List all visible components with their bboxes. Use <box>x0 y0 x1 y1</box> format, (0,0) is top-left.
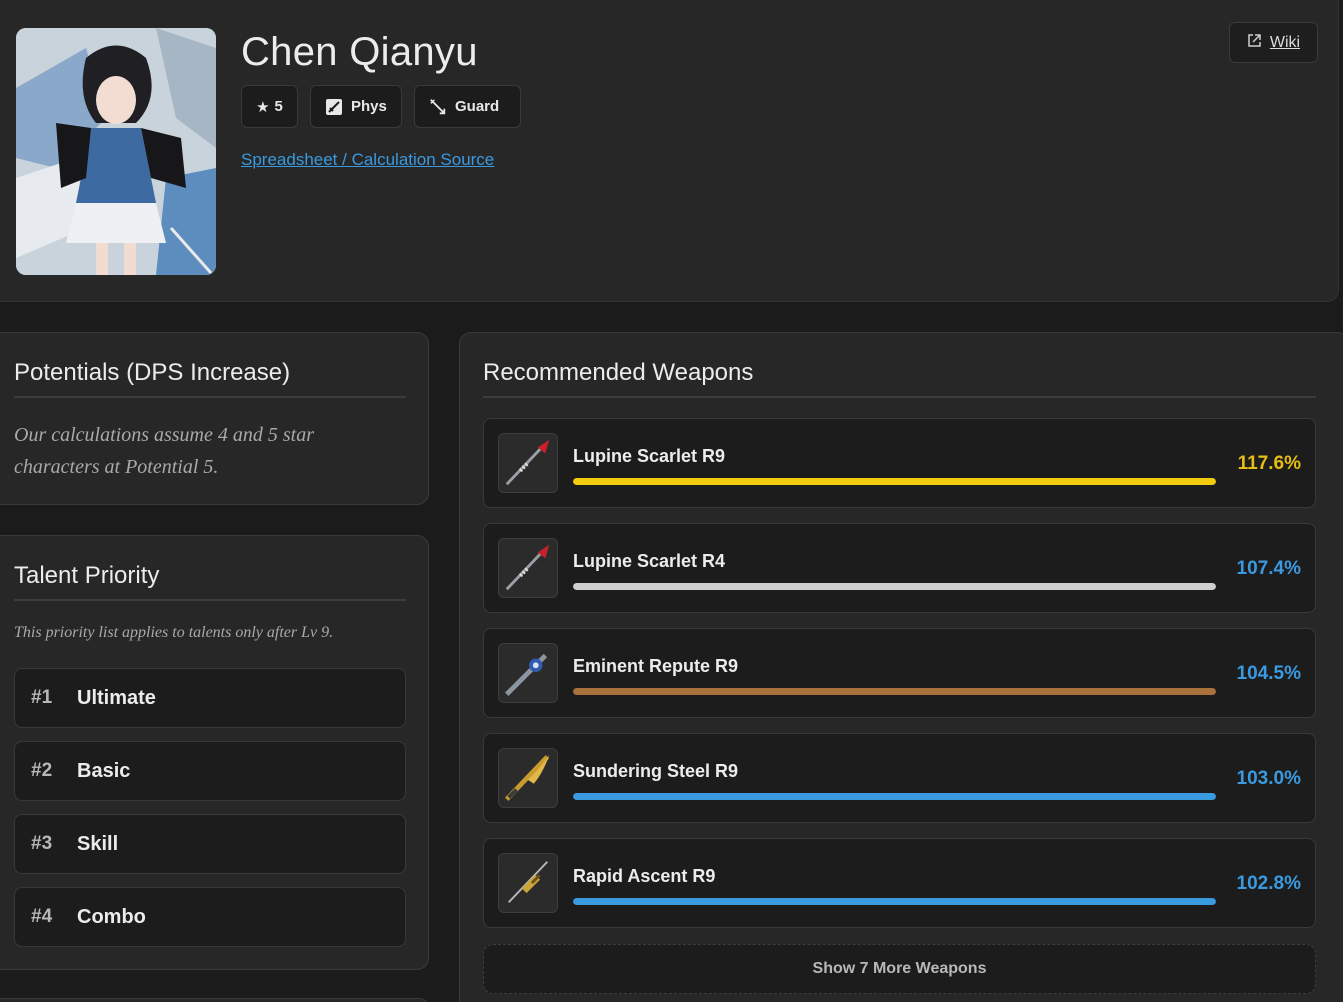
talent-priority-title: Talent Priority <box>14 562 160 589</box>
weapon-row[interactable]: Eminent Repute R9 104.5% <box>483 628 1316 718</box>
talent-row-basic[interactable]: #2 Basic <box>14 741 406 801</box>
weapon-score-bar <box>573 478 1216 485</box>
rarity-badge: ★ 5 <box>241 85 298 128</box>
star-icon: ★ <box>256 98 270 116</box>
sundering-steel-icon <box>498 748 558 808</box>
weapon-score-bar <box>573 793 1216 800</box>
weapon-score: 102.8% <box>1236 873 1301 894</box>
element-badge: Phys <box>310 85 402 128</box>
weapon-score: 103.0% <box>1236 768 1301 789</box>
weapons-title: Recommended Weapons <box>483 359 754 386</box>
rapid-ascent-icon <box>498 853 558 913</box>
guard-class-icon <box>429 98 447 116</box>
lupine-scarlet-icon <box>498 538 558 598</box>
calculation-source-link[interactable]: Spreadsheet / Calculation Source <box>241 150 494 170</box>
weapon-row[interactable]: Sundering Steel R9 103.0% <box>483 733 1316 823</box>
weapon-score-bar <box>573 583 1216 590</box>
external-link-icon <box>1247 33 1262 53</box>
character-portrait <box>16 28 216 275</box>
recommended-weapons-panel: Recommended Weapons Lupine Scarlet R9 11… <box>459 332 1343 1002</box>
weapon-name: Sundering Steel R9 <box>573 761 739 781</box>
class-badge: Guard <box>414 85 521 128</box>
potentials-note: Our calculations assume 4 and 5 star cha… <box>14 424 314 478</box>
element-label: Phys <box>351 98 387 115</box>
divider <box>14 599 406 601</box>
talent-rank: #2 <box>31 760 53 781</box>
talent-name: Ultimate <box>77 686 156 709</box>
wiki-label: Wiki <box>1269 33 1301 51</box>
potentials-title: Potentials (DPS Increase) <box>14 359 291 386</box>
talent-row-ultimate[interactable]: #1 Ultimate <box>14 668 406 728</box>
weapon-name: Rapid Ascent R9 <box>573 866 716 886</box>
talent-rank: #4 <box>31 906 53 927</box>
talent-priority-note: This priority list applies to talents on… <box>14 624 334 641</box>
weapon-score: 107.4% <box>1236 558 1301 579</box>
weapon-name: Lupine Scarlet R4 <box>573 551 726 571</box>
weapon-row[interactable]: Lupine Scarlet R4 107.4% <box>483 523 1316 613</box>
wiki-button[interactable]: Wiki <box>1229 22 1318 63</box>
talent-row-skill[interactable]: #3 Skill <box>14 814 406 874</box>
weapon-name: Eminent Repute R9 <box>573 656 739 676</box>
talent-rank: #1 <box>31 687 53 708</box>
weapon-score-bar <box>573 898 1216 905</box>
class-label: Guard <box>455 98 500 115</box>
weapon-score: 104.5% <box>1236 663 1301 684</box>
divider <box>483 396 1316 398</box>
show-more-weapons-button[interactable]: Show 7 More Weapons <box>483 944 1316 994</box>
next-panel <box>0 998 429 1002</box>
talent-name: Combo <box>77 905 146 928</box>
divider <box>14 396 406 398</box>
weapon-score: 117.6% <box>1237 453 1301 474</box>
character-name: Chen Qianyu <box>241 30 478 74</box>
talent-priority-panel: Talent Priority This priority list appli… <box>0 535 429 970</box>
weapon-row[interactable]: Lupine Scarlet R9 117.6% <box>483 418 1316 508</box>
talent-name: Basic <box>77 759 131 782</box>
eminent-repute-icon <box>498 643 558 703</box>
talent-row-combo[interactable]: #4 Combo <box>14 887 406 947</box>
lupine-scarlet-icon <box>498 433 558 493</box>
weapon-score-bar <box>573 688 1216 695</box>
potentials-panel: Potentials (DPS Increase) Our calculatio… <box>0 332 429 505</box>
talent-name: Skill <box>77 832 119 855</box>
talent-rank: #3 <box>31 833 53 854</box>
rarity-value: 5 <box>274 98 283 115</box>
physical-element-icon <box>325 98 343 116</box>
weapon-name: Lupine Scarlet R9 <box>573 446 726 466</box>
weapon-row[interactable]: Rapid Ascent R9 102.8% <box>483 838 1316 928</box>
